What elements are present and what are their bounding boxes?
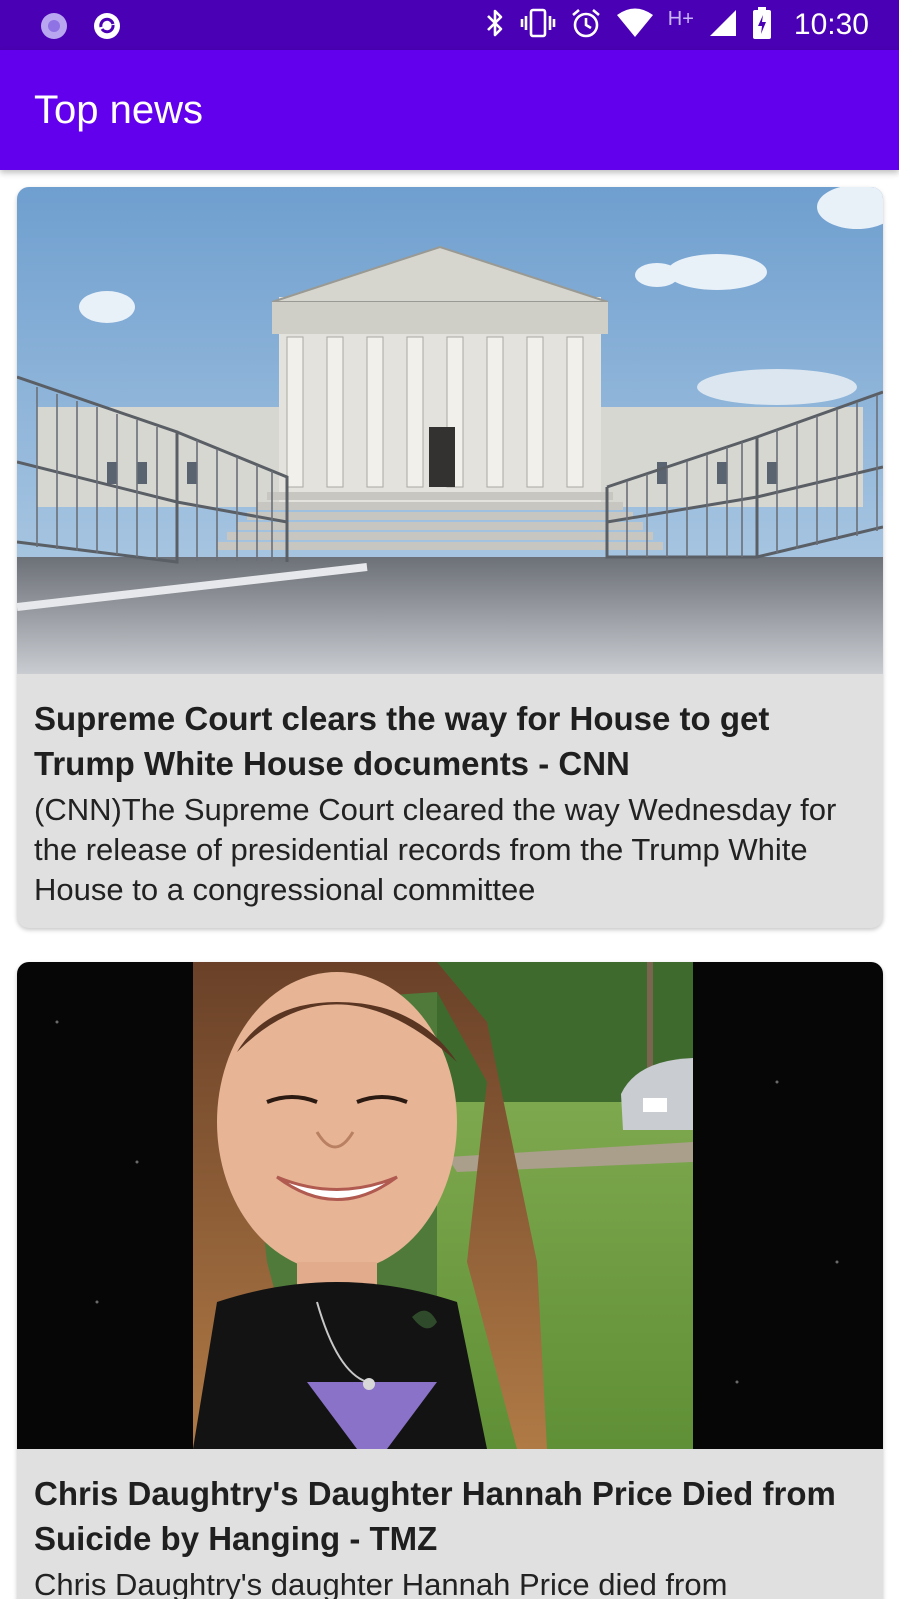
notification-icons [38, 10, 122, 47]
article-body: Chris Daughtry's Daughter Hannah Price D… [17, 1449, 883, 1599]
sync-icon [92, 11, 122, 46]
article-description: (CNN)The Supreme Court cleared the way W… [34, 792, 837, 907]
network-type-label: H+ [667, 8, 694, 30]
status-bar: H+ 10:30 [0, 0, 899, 50]
news-feed[interactable]: Supreme Court clears the way for House t… [0, 170, 899, 1599]
article-title[interactable]: Chris Daughtry's Daughter Hannah Price D… [34, 1471, 866, 1561]
supreme-court-building-photo [17, 187, 883, 674]
article-card[interactable]: Supreme Court clears the way for House t… [17, 187, 883, 928]
portrait-photo [17, 962, 883, 1449]
article-card[interactable]: Chris Daughtry's Daughter Hannah Price D… [17, 962, 883, 1599]
bluetooth-icon [484, 7, 506, 44]
system-icons: H+ 10:30 [484, 6, 869, 44]
article-description: Chris Daughtry's daughter Hannah Price d… [34, 1567, 728, 1599]
wifi-icon [616, 8, 654, 43]
cell-signal-icon [708, 8, 738, 43]
clock: 10:30 [793, 8, 869, 41]
battery-icon [752, 6, 772, 45]
article-title[interactable]: Supreme Court clears the way for House t… [34, 696, 866, 786]
alarm-icon [570, 7, 602, 44]
app-bar: Top news [0, 50, 899, 170]
loading-icon [38, 10, 70, 47]
article-body: Supreme Court clears the way for House t… [17, 674, 883, 910]
page-title: Top news [34, 88, 203, 132]
vibrate-icon [520, 7, 556, 44]
